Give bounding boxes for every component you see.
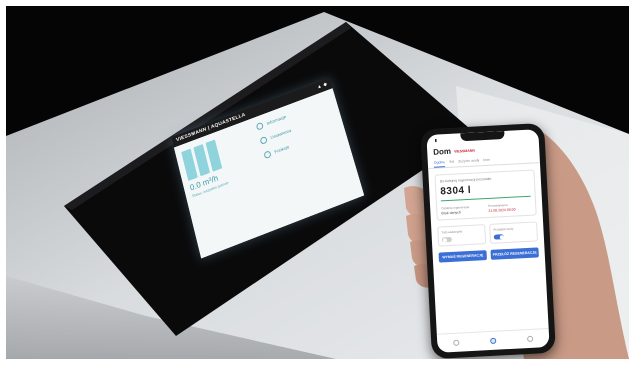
bottom-nav [436,327,550,353]
smartphone: ▮ Dom VIESSMANN Ogólne Sól Zużycie wody … [420,122,556,359]
postpone-regeneration-button[interactable]: PRZEŁÓŻ REGENERACJĘ [490,247,539,261]
toggle-label: Tryb wakacyjny [441,229,463,235]
menu-item-label: Funkcje [273,144,290,155]
tab-general[interactable]: Ogólne [433,160,446,168]
app-title: Dom [433,146,452,157]
user-icon[interactable] [527,335,534,343]
regeneration-info: Ostatnia regeneracja Brak danych Przewid… [441,202,531,215]
wifi-icon: ▲ ◆ [316,81,329,91]
action-buttons: WYMUŚ REGENERACJĘ PRZEŁÓŻ REGENERACJĘ [438,247,539,263]
info-value: 21.08.2024 00:00 [488,207,516,213]
home-icon[interactable] [452,339,460,346]
force-regeneration-button[interactable]: WYMUŚ REGENERACJĘ [438,250,488,263]
phone-screen: ▮ Dom VIESSMANN Ogólne Sól Zużycie wody … [426,129,550,353]
info-next: Przewidywana 21.08.2024 00:00 [488,202,531,213]
battery-icon: ▮ [434,137,437,143]
flow-toggle[interactable] [493,234,504,240]
toggle-label: Przepływ wody [493,226,514,232]
regeneration-card: Do kolejnej regeneracji pozostało 8304 l… [434,169,537,221]
info-last: Ostatnia regeneracja Brak danych [441,204,484,215]
menu-item-label: Informacje [266,114,287,127]
photo: VIESSMANN | AQUASTELLA ▲ ◆ 0.0 m³/h Stat… [6,6,629,359]
info-icon [255,121,264,131]
brand-logo: VIESSMANN [453,148,475,154]
tab-salt[interactable]: Sól [449,160,454,167]
list-icon [263,150,272,160]
gear-icon [259,135,268,145]
flow-toggle-box: Przepływ wody [489,221,539,244]
tab-water-usage[interactable]: Zużycie wody [458,158,480,166]
vacation-toggle[interactable] [441,236,452,243]
meter-value: 8304 l [440,184,472,198]
vacation-toggle-box: Tryb wakacyjny [437,224,487,247]
info-value: Brak danych [441,210,462,216]
menu-item-label: Ustawienia [269,127,292,141]
device-icon[interactable] [490,337,497,345]
tab-other[interactable]: Inne [483,158,490,165]
toggle-row: Tryb wakacyjny Przepływ wody [437,221,539,247]
